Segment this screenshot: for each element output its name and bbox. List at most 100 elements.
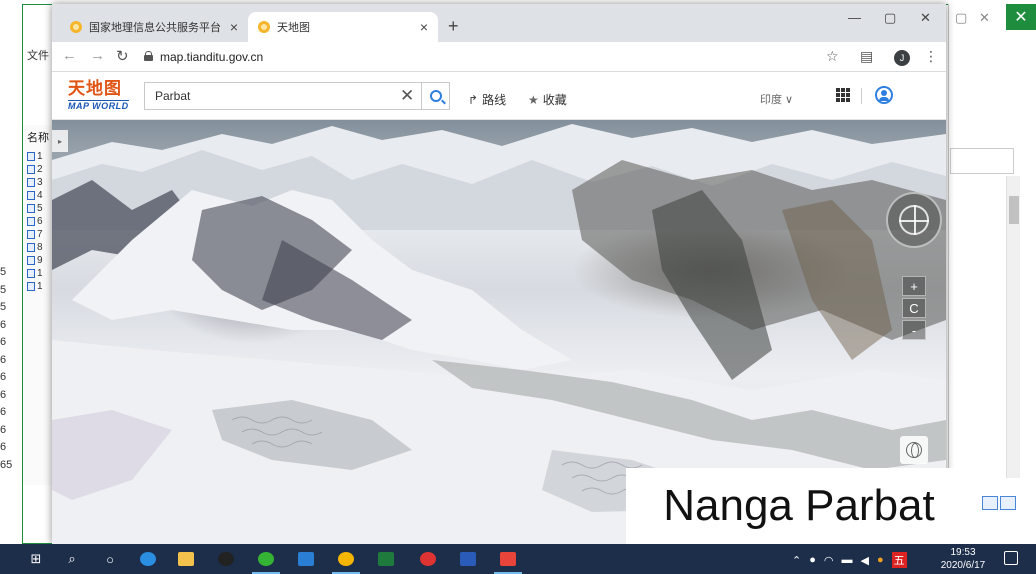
file-name: 6 xyxy=(37,215,43,227)
side-panel-toggle-icon[interactable]: ▸ xyxy=(52,130,68,152)
background-column-header[interactable]: 名称 xyxy=(27,129,49,145)
tab-title: 天地图 xyxy=(277,22,310,34)
tray-app-icon[interactable]: ● xyxy=(809,554,816,566)
tab-tianditu[interactable]: 天地图 × xyxy=(248,12,438,42)
background-scrollbar[interactable] xyxy=(1006,176,1020,478)
background-ribbon-tab-file[interactable]: 文件 xyxy=(27,47,49,63)
file-name: 2 xyxy=(37,163,43,175)
tab-close-icon[interactable]: × xyxy=(420,19,428,35)
edge-icon[interactable] xyxy=(138,549,158,569)
region-selector[interactable]: 印度 ∨ xyxy=(760,91,793,107)
app-red-icon[interactable] xyxy=(418,549,438,569)
favorites-link[interactable]: ★ 收藏 xyxy=(528,91,567,108)
bookmark-star-icon[interactable]: ☆ xyxy=(826,48,839,65)
word-icon[interactable] xyxy=(458,549,478,569)
excel-icon[interactable] xyxy=(376,549,396,569)
row-number: 6 xyxy=(0,336,7,348)
new-tab-icon[interactable]: + xyxy=(448,16,459,37)
large-icons-view-icon[interactable] xyxy=(1000,496,1016,510)
background-address-field[interactable] xyxy=(950,148,1014,174)
search-input[interactable] xyxy=(145,83,385,109)
tray-expand-icon[interactable]: ⌃ xyxy=(792,554,801,567)
file-icon xyxy=(27,203,35,213)
tab-close-icon[interactable]: × xyxy=(230,19,238,35)
profile-avatar[interactable]: J xyxy=(894,50,910,66)
background-right-window: ▢ ✕ ✕ xyxy=(948,4,1036,544)
row-number: 6 xyxy=(0,406,7,418)
menu-kebab-icon[interactable]: ⋮ xyxy=(924,48,938,65)
reading-list-icon[interactable]: ▤ xyxy=(860,48,873,65)
tianditu-header: 天地图 MAP WORLD ✕ ↱ 路线 ★ 收藏 印度 ∨ xyxy=(52,72,946,120)
minimize-icon[interactable]: ▢ xyxy=(955,10,967,26)
back-icon[interactable]: ← xyxy=(62,47,77,64)
taskbar-clock[interactable]: 19:53 2020/6/17 xyxy=(928,546,998,572)
file-explorer-icon[interactable] xyxy=(176,549,196,569)
reload-icon[interactable]: ↻ xyxy=(116,47,129,65)
list-item[interactable]: 1 xyxy=(27,266,53,280)
file-name: 3 xyxy=(37,176,43,188)
row-number: 65 xyxy=(0,458,13,471)
mail-icon[interactable] xyxy=(296,549,316,569)
lock-icon[interactable] xyxy=(144,51,153,61)
network-icon[interactable]: ◠ xyxy=(824,554,834,567)
restore-icon[interactable]: ✕ xyxy=(979,10,990,26)
tianditu-logo[interactable]: 天地图 MAP WORLD xyxy=(68,80,134,116)
zoom-out-button[interactable]: - xyxy=(902,320,926,340)
close-icon[interactable]: ✕ xyxy=(920,10,931,26)
browser-toolbar: ← → ↻ map.tianditu.gov.cn ☆ ▤ J ⋮ xyxy=(52,42,946,72)
divider xyxy=(861,88,862,104)
apps-grid-icon[interactable] xyxy=(836,88,850,102)
scrollbar-thumb[interactable] xyxy=(1009,196,1019,224)
minimize-icon[interactable]: — xyxy=(848,10,861,25)
app-grid-icon[interactable] xyxy=(494,549,522,574)
notification-icon[interactable] xyxy=(1004,551,1018,565)
clear-icon[interactable]: ✕ xyxy=(400,86,414,106)
volume-icon[interactable]: ◀ xyxy=(860,554,868,567)
search-button[interactable] xyxy=(422,82,450,110)
compass-control[interactable] xyxy=(886,192,942,248)
tab-national-geo-platform[interactable]: 国家地理信息公共服务平台 天地 × xyxy=(60,12,248,42)
favorites-label: 收藏 xyxy=(542,93,567,107)
details-view-icon[interactable] xyxy=(982,496,998,510)
search-icon[interactable]: ⌕ xyxy=(62,549,82,569)
route-icon: ↱ xyxy=(468,92,479,107)
clock-date: 2020/6/17 xyxy=(940,560,986,571)
address-bar[interactable]: map.tianditu.gov.cn xyxy=(160,50,263,64)
wechat-icon[interactable] xyxy=(252,549,280,574)
globe-view-button[interactable] xyxy=(900,436,928,464)
file-name: 1 xyxy=(37,150,43,162)
windows-start-icon[interactable]: ⊞ xyxy=(26,549,46,569)
list-item[interactable]: 5 xyxy=(27,201,53,215)
list-item[interactable]: 3 xyxy=(27,175,53,189)
logo-en: MAP WORLD xyxy=(68,100,129,111)
forward-icon[interactable]: → xyxy=(90,47,105,64)
list-item[interactable]: 6 xyxy=(27,214,53,228)
tianditu-favicon-icon xyxy=(70,21,82,33)
zoom-in-button[interactable]: + xyxy=(902,276,926,296)
antivirus-icon[interactable]: ● xyxy=(877,554,884,566)
route-link[interactable]: ↱ 路线 xyxy=(468,91,506,108)
input-method-icon[interactable]: 五 xyxy=(891,552,907,568)
list-item[interactable]: 4 xyxy=(27,188,53,202)
user-icon[interactable] xyxy=(875,86,893,104)
row-number: 5 xyxy=(0,283,7,296)
file-name: 8 xyxy=(37,241,43,253)
qq-icon[interactable] xyxy=(216,549,236,569)
task-view-icon[interactable]: ○ xyxy=(100,549,120,569)
tab-title: 国家地理信息公共服务平台 天地 xyxy=(89,22,224,34)
file-icon xyxy=(27,242,35,252)
star-icon: ★ xyxy=(528,92,539,107)
list-item[interactable]: 9 xyxy=(27,253,53,267)
maximize-icon[interactable]: ▢ xyxy=(884,10,896,26)
reset-rotation-button[interactable]: C xyxy=(902,298,926,318)
file-name: 5 xyxy=(37,202,43,214)
list-item[interactable]: 2 xyxy=(27,162,53,176)
close-icon[interactable]: ✕ xyxy=(1006,4,1036,30)
row-number: 6 xyxy=(0,371,7,383)
list-item[interactable]: 7 xyxy=(27,227,53,241)
list-item[interactable]: 8 xyxy=(27,240,53,254)
chrome-icon[interactable] xyxy=(332,549,360,574)
list-item[interactable]: 1 xyxy=(27,149,53,163)
battery-icon[interactable]: ▬ xyxy=(841,554,852,566)
list-item[interactable]: 1 xyxy=(27,279,53,293)
